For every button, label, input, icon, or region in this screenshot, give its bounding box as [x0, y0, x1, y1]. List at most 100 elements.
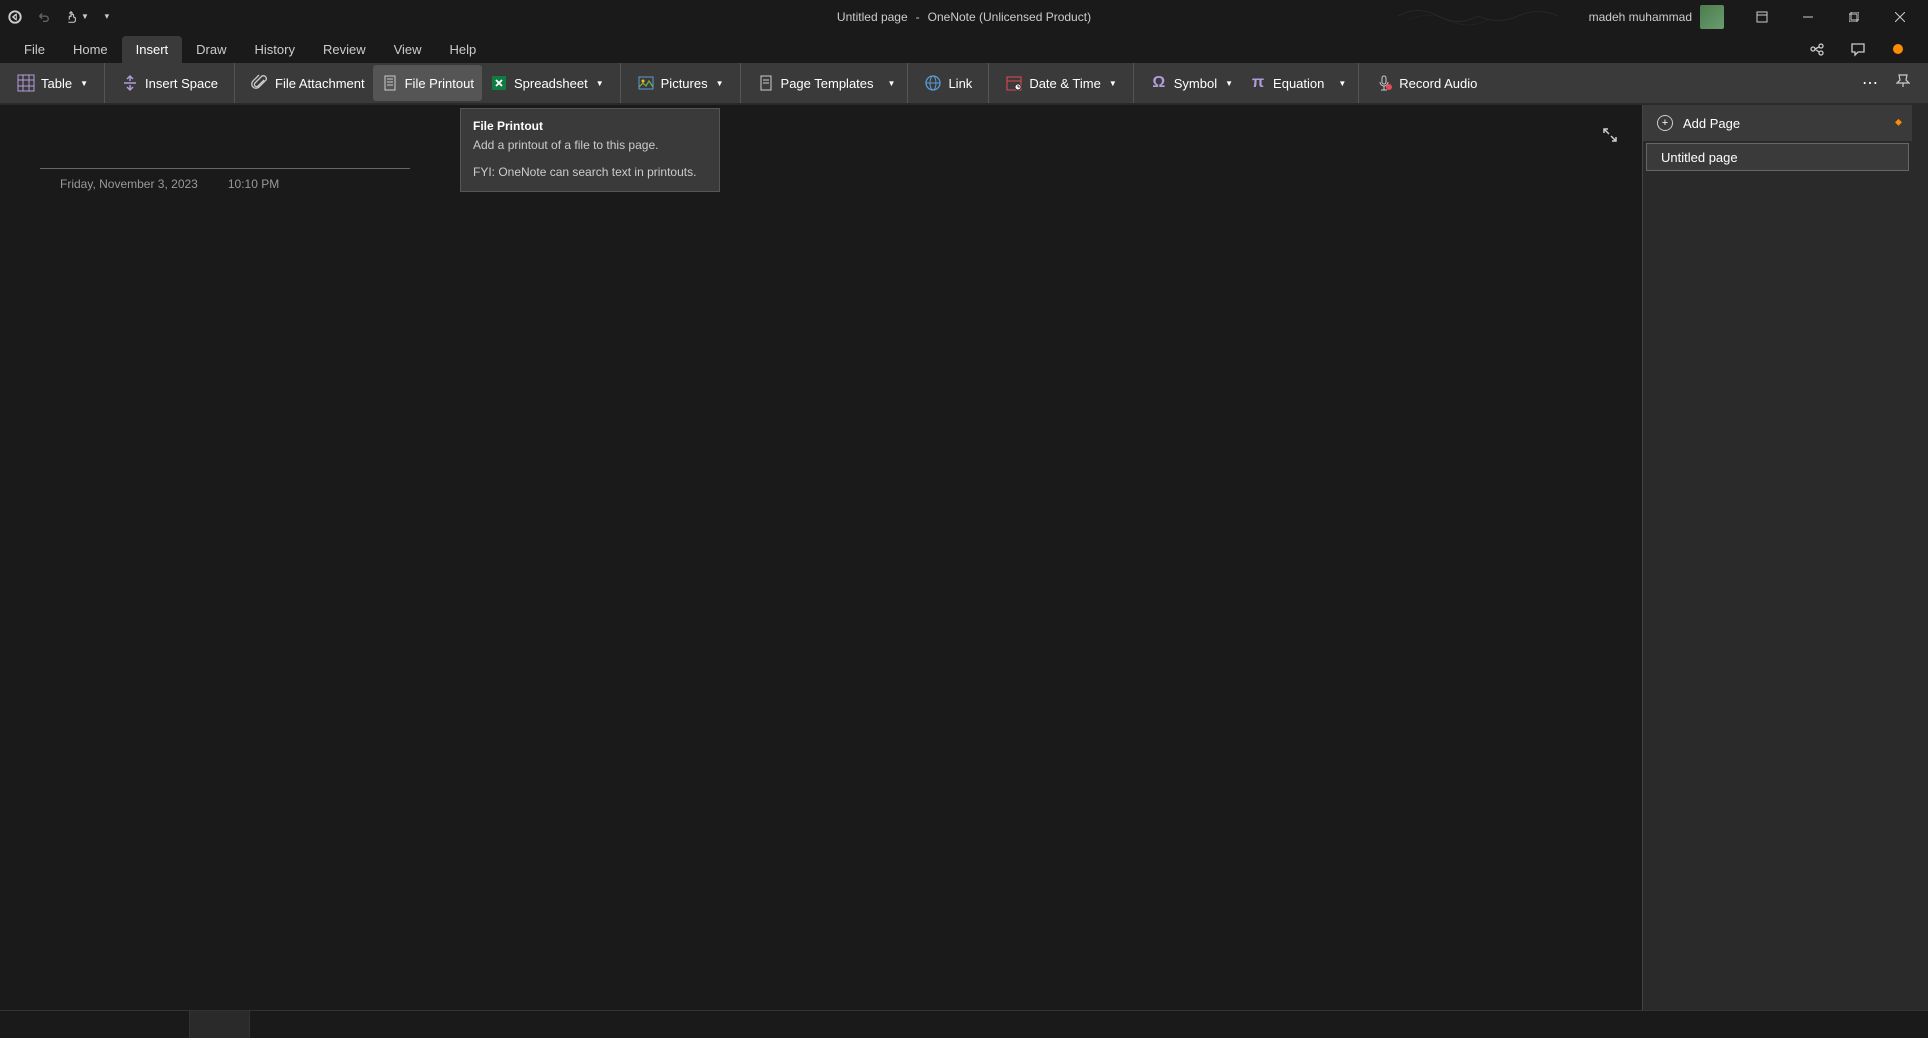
user-name-label[interactable]: madeh muhammad — [1589, 10, 1692, 24]
page-list-item[interactable]: Untitled page — [1646, 143, 1909, 171]
notification-button[interactable] — [1883, 35, 1913, 63]
pin-ribbon-button[interactable] — [1888, 68, 1918, 99]
tab-view[interactable]: View — [380, 36, 436, 63]
tab-help[interactable]: Help — [436, 36, 491, 63]
add-page-indicator-icon: ⬥ — [1895, 117, 1902, 128]
tab-home[interactable]: Home — [59, 36, 122, 63]
pictures-button[interactable]: Pictures ▼ — [629, 65, 732, 101]
document-title: Untitled page — [837, 10, 908, 24]
ribbon-right-controls: ⋯ — [1852, 67, 1923, 99]
ribbon-tabs: File Home Insert Draw History Review Vie… — [0, 33, 1928, 63]
chevron-down-icon: ▼ — [596, 79, 604, 88]
file-attachment-button[interactable]: File Attachment — [243, 65, 373, 101]
file-printout-label: File Printout — [405, 76, 474, 91]
decorative-pattern — [1388, 0, 1588, 33]
insert-space-label: Insert Space — [145, 76, 218, 91]
maximize-button[interactable] — [1831, 0, 1877, 33]
notification-dot-icon — [1893, 44, 1903, 54]
title-bar-controls: madeh muhammad — [1589, 0, 1923, 33]
main-content: Friday, November 3, 2023 10:10 PM File P… — [0, 105, 1928, 1010]
customize-qat-button[interactable]: ▾ — [97, 7, 117, 27]
spreadsheet-label: Spreadsheet — [514, 76, 588, 91]
plus-circle-icon: + — [1657, 115, 1673, 131]
title-bar: ▼ ▾ Untitled page - OneNote (Unlicensed … — [0, 0, 1928, 33]
insert-space-icon — [121, 74, 139, 92]
expand-page-button[interactable] — [1598, 123, 1622, 147]
more-commands-button[interactable]: ⋯ — [1852, 67, 1888, 99]
microphone-icon — [1375, 74, 1393, 92]
tab-file[interactable]: File — [10, 36, 59, 63]
page-canvas[interactable]: Friday, November 3, 2023 10:10 PM File P… — [0, 105, 1642, 1010]
page-templates-dropdown[interactable]: ▼ — [882, 65, 900, 101]
spreadsheet-icon — [490, 74, 508, 92]
app-name: OneNote (Unlicensed Product) — [928, 10, 1091, 24]
expand-icon — [1602, 127, 1618, 143]
calendar-icon — [1005, 74, 1023, 92]
file-attachment-label: File Attachment — [275, 76, 365, 91]
ribbon-group-symbols: Ω Symbol ▼ π Equation ▼ — [1134, 63, 1360, 103]
page-templates-label: Page Templates — [781, 76, 874, 91]
status-bar — [0, 1010, 1928, 1038]
pi-icon: π — [1249, 74, 1267, 92]
ribbon-group-pages: Page Templates ▼ — [741, 63, 909, 103]
add-page-button[interactable]: + Add Page ⬥ — [1643, 105, 1912, 141]
title-separator: - — [916, 10, 920, 24]
tab-draw[interactable]: Draw — [182, 36, 240, 63]
page-title-input[interactable] — [40, 125, 410, 169]
page-templates-icon — [757, 74, 775, 92]
link-label: Link — [948, 76, 972, 91]
equation-dropdown[interactable]: ▼ — [1332, 65, 1350, 101]
pictures-icon — [637, 74, 655, 92]
page-time: 10:10 PM — [228, 177, 279, 191]
ribbon-group-files: File Attachment File Printout Spreadshee… — [235, 63, 621, 103]
record-audio-button[interactable]: Record Audio — [1367, 65, 1485, 101]
chevron-down-icon: ▼ — [1338, 79, 1346, 88]
status-segment-2[interactable] — [190, 1011, 250, 1038]
equation-button[interactable]: π Equation — [1241, 65, 1332, 101]
file-printout-button[interactable]: File Printout — [373, 65, 482, 101]
user-avatar[interactable] — [1700, 5, 1724, 29]
tab-review[interactable]: Review — [309, 36, 380, 63]
window-title: Untitled page - OneNote (Unlicensed Prod… — [837, 10, 1091, 24]
ribbon-display-button[interactable] — [1739, 0, 1785, 33]
add-page-label: Add Page — [1683, 116, 1740, 131]
ribbon-group-space: Insert Space — [105, 63, 235, 103]
pin-icon — [1896, 74, 1910, 88]
tooltip-title: File Printout — [473, 119, 707, 133]
close-button[interactable] — [1877, 0, 1923, 33]
chevron-down-icon: ▼ — [1225, 79, 1233, 88]
insert-space-button[interactable]: Insert Space — [113, 65, 226, 101]
date-time-button[interactable]: Date & Time ▼ — [997, 65, 1124, 101]
touch-mode-dropdown[interactable]: ▼ — [61, 7, 89, 27]
page-list-panel: + Add Page ⬥ Untitled page — [1642, 105, 1912, 1010]
quick-access-toolbar: ▼ ▾ — [5, 7, 117, 27]
link-icon — [924, 74, 942, 92]
chevron-down-icon: ▼ — [716, 79, 724, 88]
comments-button[interactable] — [1843, 35, 1873, 63]
minimize-button[interactable] — [1785, 0, 1831, 33]
tab-insert[interactable]: Insert — [122, 36, 183, 63]
symbol-button[interactable]: Ω Symbol ▼ — [1142, 65, 1241, 101]
page-templates-button[interactable]: Page Templates — [749, 65, 882, 101]
status-segment-1[interactable] — [0, 1011, 190, 1038]
ellipsis-icon: ⋯ — [1862, 75, 1878, 92]
undo-button[interactable] — [33, 7, 53, 27]
table-button[interactable]: Table ▼ — [9, 65, 96, 101]
file-printout-tooltip: File Printout Add a printout of a file t… — [460, 108, 720, 192]
table-icon — [17, 74, 35, 92]
chevron-down-icon: ▼ — [888, 79, 896, 88]
ribbon-group-links: Link — [908, 63, 989, 103]
table-label: Table — [41, 76, 72, 91]
back-button[interactable] — [5, 7, 25, 27]
ribbon-group-tables: Table ▼ — [5, 63, 105, 103]
tab-history[interactable]: History — [241, 36, 309, 63]
link-button[interactable]: Link — [916, 65, 980, 101]
spreadsheet-button[interactable]: Spreadsheet ▼ — [482, 65, 612, 101]
equation-label: Equation — [1273, 76, 1324, 91]
paperclip-icon — [251, 74, 269, 92]
share-button[interactable] — [1803, 35, 1833, 63]
vertical-scrollbar[interactable] — [1912, 105, 1928, 1010]
date-time-label: Date & Time — [1029, 76, 1101, 91]
ribbon-group-time: Date & Time ▼ — [989, 63, 1133, 103]
chevron-down-icon: ▼ — [80, 79, 88, 88]
